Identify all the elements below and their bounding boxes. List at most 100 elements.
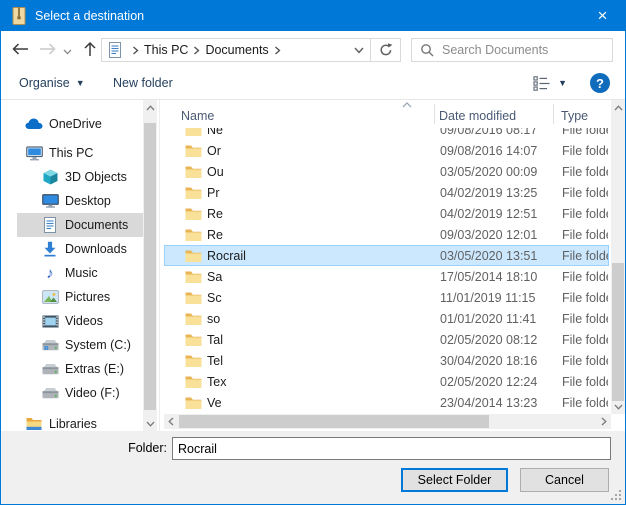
- sidebar-item-system-c[interactable]: System (C:): [1, 333, 143, 357]
- horizontal-scrollbar[interactable]: [164, 414, 611, 429]
- search-icon: [420, 43, 434, 57]
- sidebar-item-this-pc[interactable]: This PC: [1, 141, 143, 165]
- sidebar-item-label: Music: [65, 266, 98, 280]
- list-scroll-thumb[interactable]: [612, 263, 624, 401]
- up-button[interactable]: [79, 42, 101, 56]
- file-row-re[interactable]: Re09/03/2020 12:01File folder: [164, 224, 609, 245]
- scroll-left-icon[interactable]: [164, 414, 178, 429]
- address-bar[interactable]: This PC Documents: [101, 38, 371, 62]
- file-name: Sc: [207, 291, 222, 305]
- sidebar-item-downloads[interactable]: Downloads: [1, 237, 143, 261]
- folder-name-input[interactable]: [172, 437, 611, 460]
- file-date-modified: 09/08/2016 08:17: [440, 128, 537, 137]
- file-date-modified: 04/02/2019 13:25: [440, 186, 537, 200]
- file-row-pr[interactable]: Pr04/02/2019 13:25File folder: [164, 182, 609, 203]
- file-row-tel[interactable]: Tel30/04/2020 18:16File folder: [164, 350, 609, 371]
- folder-icon: [185, 333, 202, 347]
- documents-location-icon: [108, 42, 122, 58]
- scroll-down-icon[interactable]: [611, 399, 625, 414]
- sidebar-item-label: Downloads: [65, 242, 127, 256]
- breadcrumb-item-this-pc[interactable]: This PC: [144, 43, 188, 57]
- file-date-modified: 01/01/2020 11:41: [440, 312, 536, 326]
- sidebar-item-3d-objects[interactable]: 3D Objects: [1, 165, 143, 189]
- file-row-tex[interactable]: Tex02/05/2020 12:24File folder: [164, 371, 609, 392]
- breadcrumb: This PC Documents: [127, 43, 286, 57]
- column-header-type[interactable]: Type: [561, 109, 588, 123]
- help-button[interactable]: ?: [590, 73, 610, 93]
- sort-ascending-icon: [402, 102, 412, 108]
- file-type: File folder: [562, 165, 608, 179]
- scroll-up-icon[interactable]: [611, 100, 625, 115]
- scroll-up-icon[interactable]: [143, 100, 157, 115]
- search-box[interactable]: [411, 38, 613, 62]
- new-folder-button[interactable]: New folder: [113, 76, 173, 90]
- file-row-or[interactable]: Or09/08/2016 14:07File folder: [164, 140, 609, 161]
- cube-icon: [41, 169, 59, 186]
- address-history-chevron-icon[interactable]: [354, 47, 364, 54]
- search-input[interactable]: [442, 43, 604, 57]
- file-name: Ne: [207, 128, 223, 137]
- column-divider[interactable]: [553, 104, 554, 124]
- navigation-bar: This PC Documents: [1, 31, 625, 67]
- desktop-icon: [41, 193, 59, 210]
- change-view-button[interactable]: ▼: [533, 76, 567, 91]
- column-header-name[interactable]: Name: [181, 109, 214, 123]
- file-type: File folder: [562, 375, 608, 389]
- cancel-button[interactable]: Cancel: [520, 468, 609, 492]
- list-scrollbar[interactable]: [611, 100, 625, 414]
- refresh-button[interactable]: [371, 38, 401, 62]
- close-button[interactable]: ×: [580, 1, 625, 30]
- pane-divider: [159, 100, 160, 431]
- organise-button[interactable]: Organise ▼: [19, 76, 85, 90]
- sidebar-item-desktop[interactable]: Desktop: [1, 189, 143, 213]
- folder-icon: [185, 354, 202, 368]
- file-type: File folder: [562, 228, 608, 242]
- file-row-tal[interactable]: Tal02/05/2020 08:12File folder: [164, 329, 609, 350]
- horizontal-scroll-thumb[interactable]: [179, 415, 489, 428]
- drive-icon: [41, 361, 59, 378]
- file-name: Tel: [207, 354, 223, 368]
- sidebar-scrollbar[interactable]: [143, 100, 157, 431]
- file-row-rocrail[interactable]: Rocrail03/05/2020 13:51File folder: [164, 245, 609, 266]
- sidebar-item-documents[interactable]: Documents: [17, 213, 143, 237]
- breadcrumb-item-documents[interactable]: Documents: [205, 43, 268, 57]
- file-row-so[interactable]: so01/01/2020 11:41File folder: [164, 308, 609, 329]
- sidebar-item-extras-e[interactable]: Extras (E:): [1, 357, 143, 381]
- dialog-content: OneDrive This PC 3D Objects DesktopDocument…: [1, 100, 625, 431]
- sidebar-item-videos[interactable]: Videos: [1, 309, 143, 333]
- file-row-sa[interactable]: Sa17/05/2014 18:10File folder: [164, 266, 609, 287]
- back-button[interactable]: [9, 42, 31, 56]
- file-row-ne[interactable]: Ne 09/08/2016 08:17 File folder: [164, 128, 609, 140]
- file-name: Pr: [207, 186, 220, 200]
- sidebar-item-label: 3D Objects: [65, 170, 127, 184]
- sidebar-item-pictures[interactable]: Pictures: [1, 285, 143, 309]
- scroll-right-icon[interactable]: [597, 414, 611, 429]
- sidebar-item-libraries[interactable]: Libraries: [1, 412, 143, 431]
- file-type: File folder: [562, 207, 608, 221]
- file-name: Re: [207, 207, 223, 221]
- file-row-ou[interactable]: Ou03/05/2020 00:09File folder: [164, 161, 609, 182]
- sidebar-scroll-thumb[interactable]: [144, 123, 156, 410]
- scroll-down-icon[interactable]: [143, 416, 157, 431]
- folder-icon: [185, 165, 202, 179]
- drive-system-icon: [41, 337, 59, 354]
- sidebar-item-video-f[interactable]: Video (F:): [1, 381, 143, 405]
- file-row-ve[interactable]: Ve23/04/2014 13:23File folder: [164, 392, 609, 413]
- recent-locations-chevron-icon[interactable]: [61, 45, 73, 59]
- cloud-icon: [25, 116, 43, 133]
- view-caret-icon: ▼: [558, 79, 567, 88]
- select-folder-button[interactable]: Select Folder: [401, 468, 508, 492]
- sidebar-item-music[interactable]: ♪Music: [1, 261, 143, 285]
- breadcrumb-chevron-icon[interactable]: [274, 46, 281, 55]
- forward-button[interactable]: [37, 42, 59, 56]
- sidebar-item-onedrive[interactable]: OneDrive: [1, 112, 143, 136]
- file-date-modified: 03/05/2020 13:51: [440, 249, 537, 263]
- file-row-sc[interactable]: Sc11/01/2019 11:15File folder: [164, 287, 609, 308]
- column-header-date-modified[interactable]: Date modified: [439, 109, 516, 123]
- file-type: File folder: [562, 128, 608, 137]
- resize-grip[interactable]: [611, 490, 621, 500]
- file-row-re[interactable]: Re04/02/2019 12:51File folder: [164, 203, 609, 224]
- column-divider[interactable]: [434, 104, 435, 124]
- sidebar-item-label: System (C:): [65, 338, 131, 352]
- breadcrumb-chevron-icon: [132, 46, 139, 55]
